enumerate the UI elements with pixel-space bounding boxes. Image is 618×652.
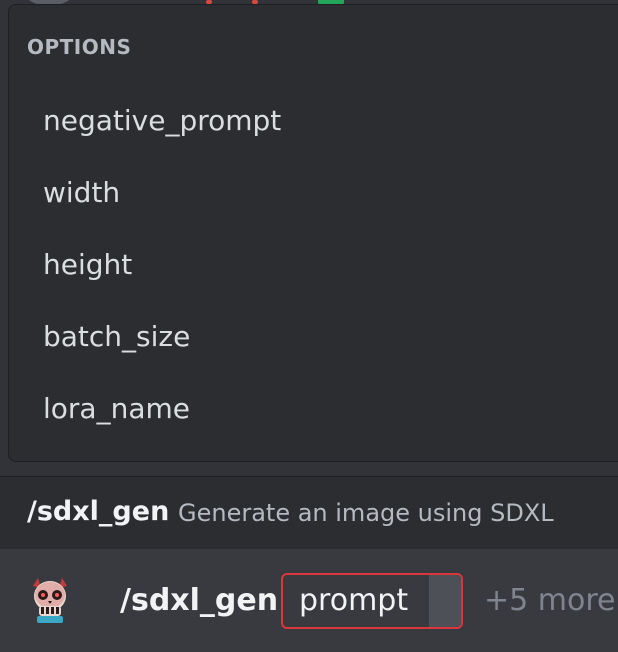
demon-skull-avatar-icon bbox=[27, 576, 73, 624]
option-item-width[interactable]: width bbox=[43, 165, 603, 221]
command-description: Generate an image using SDXL bbox=[178, 499, 554, 527]
option-item-batch-size[interactable]: batch_size bbox=[43, 309, 603, 365]
option-item-lora-name[interactable]: lora_name bbox=[43, 381, 603, 437]
more-params-label[interactable]: +5 more bbox=[484, 583, 615, 618]
param-value-field[interactable] bbox=[429, 575, 461, 627]
input-command: /sdxl_gen bbox=[120, 583, 279, 618]
options-header: OPTIONS bbox=[27, 35, 132, 59]
command-suggestion[interactable]: /sdxl_gen Generate an image using SDXL bbox=[0, 476, 618, 549]
command-name: /sdxl_gen bbox=[27, 496, 170, 527]
param-label: prompt bbox=[299, 583, 409, 618]
message-input[interactable]: /sdxl_gen prompt +5 more bbox=[0, 549, 618, 652]
chat-view: OPTIONS negative_prompt width height bat… bbox=[0, 0, 618, 652]
option-item-height[interactable]: height bbox=[43, 237, 603, 293]
options-popup: OPTIONS negative_prompt width height bat… bbox=[8, 4, 618, 462]
param-pill-prompt[interactable]: prompt bbox=[281, 573, 463, 629]
option-item-negative-prompt[interactable]: negative_prompt bbox=[43, 93, 603, 149]
